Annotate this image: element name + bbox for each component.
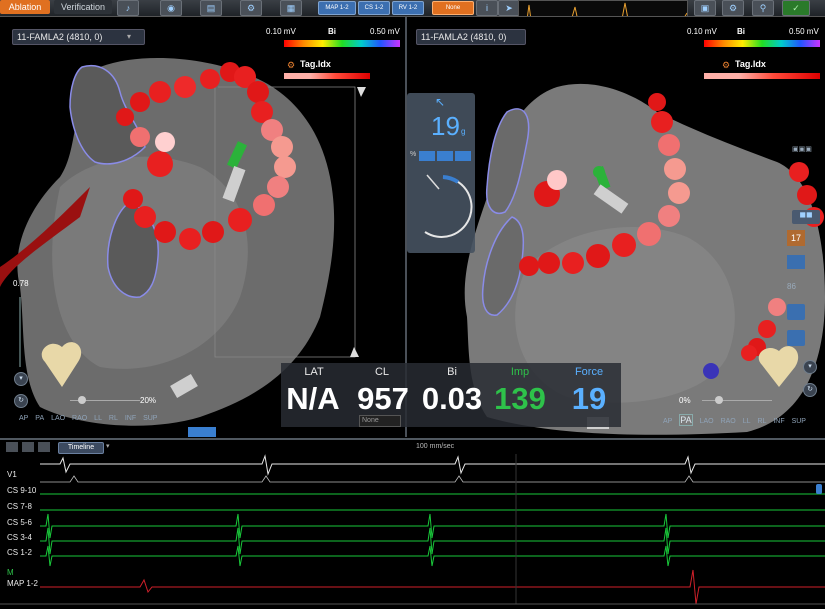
gear-icon[interactable]: ⚙ [722,0,744,16]
side-value-1[interactable]: 17 [787,230,805,246]
cl-label: CL [374,366,390,378]
percent-symbol: % [410,151,417,158]
chevron-down-icon-left[interactable]: ▾ [14,372,28,386]
accept-icon[interactable]: ✓ [782,0,810,16]
sweep-speed: 100 mm/sec [416,443,455,450]
force-segment-3 [455,151,471,161]
channel-button-none[interactable]: None [432,1,474,15]
force-panel-value: 19 [431,111,460,141]
ecg-traces [0,454,825,605]
cl-select[interactable]: None [359,415,401,427]
view-lao-right[interactable]: LAO [700,418,714,425]
catheter-icon[interactable] [787,304,805,320]
ecg-panel: Timeline ▾ 100 mm/sec V1 CS 9-10 CS 7-8 … [0,438,825,609]
signal-preview [518,0,688,16]
timeline-button[interactable]: Timeline [58,442,104,454]
zoom-value-left: 20% [140,396,157,405]
view-rao-right[interactable]: RAO [721,418,736,425]
lat-label: LAT [304,366,324,378]
view-rao[interactable]: RAO [72,415,87,422]
view-rl[interactable]: RL [109,415,118,422]
save-icon[interactable]: ▤ [200,0,222,16]
view-sup[interactable]: SUP [143,415,157,422]
imp-value: 139 [494,381,546,416]
signal-preview-trace [527,2,688,16]
opacity-value-left: 0.78 [13,279,29,288]
force-panel: ↖ 19 g % [407,93,475,253]
force-label: Force [574,366,604,378]
lat-value: N/A [286,381,340,416]
metrics-panel: LAT N/A CL 957 None Bi 0.03 Imp 139 Forc… [281,363,621,427]
view-inf[interactable]: INF [125,415,136,422]
view-lao[interactable]: LAO [51,415,65,422]
imp-label: Imp [510,366,530,378]
view-ll-right[interactable]: LL [743,418,751,425]
zoom-value-right: 0% [679,396,691,405]
top-toolbar: Ablation Verification ♪ ◉ ▤ ⚙ ▦ MAP 1-2 … [0,0,825,17]
orientation-bar-left: AP PA LAO RAO LL RL INF SUP [19,415,162,422]
settings-icon[interactable]: ⚙ [240,0,262,16]
camera-icon[interactable]: ◉ [160,0,182,16]
chevron-down-icon-timeline[interactable]: ▾ [106,442,110,450]
force-segment-2 [437,151,453,161]
view-ll[interactable]: LL [94,415,102,422]
zoom-slider-right[interactable] [702,400,772,401]
rotate-icon-right[interactable]: ↻ [803,383,817,397]
layout-icon[interactable] [38,442,50,452]
force-panel-unit: g [461,127,466,136]
channel-button-rv12[interactable]: RV 1-2 [392,1,424,15]
speaker-icon[interactable]: ♪ [117,0,139,16]
grid-icon[interactable] [6,442,18,452]
cl-value: 957 [357,381,409,416]
monitor-icon[interactable]: ▣ [694,0,716,16]
force-direction-icon: ↖ [435,95,446,109]
pointer-icon[interactable]: ➤ [498,0,520,16]
view-inf-right[interactable]: INF [773,418,784,425]
view-sup-right[interactable]: SUP [792,418,806,425]
ecg-toolbar: Timeline ▾ 100 mm/sec [0,440,825,454]
tab-verification[interactable]: Verification [54,0,112,14]
tag-tool-icon[interactable] [787,330,805,346]
zoom-slider-thumb-left[interactable] [78,396,86,404]
view-rl-right[interactable]: RL [757,418,766,425]
info-icon[interactable]: i [476,0,498,16]
cl-select-value: None [362,417,379,424]
chevron-down-icon-right[interactable]: ▾ [803,360,817,374]
bi-label: Bi [447,366,457,378]
chart-icon[interactable] [787,255,805,269]
view-ap[interactable]: AP [19,415,28,422]
layer-icons-top[interactable]: ▣▣▣ [792,145,822,157]
probe-icon[interactable]: ⚲ [752,0,774,16]
view-ap-right[interactable]: AP [663,418,672,425]
force-segment-1 [419,151,435,161]
zoom-slider-thumb-right[interactable] [715,396,723,404]
ecg-scrollbar-thumb[interactable] [816,484,822,494]
timeline-label: Timeline [67,444,95,451]
view-pa[interactable]: PA [35,415,44,422]
side-value-2: 86 [787,282,796,291]
force-angle-gauge [424,174,473,238]
tab-ablation[interactable]: Ablation [0,0,50,14]
channel-button-cs12[interactable]: CS 1-2 [358,1,390,15]
print-icon[interactable]: ▦ [280,0,302,16]
force-value: 19 [571,381,607,416]
channel-button-map12[interactable]: MAP 1-2 [318,1,356,15]
orientation-bar-right: AP PA LAO RAO LL RL INF SUP [663,414,811,426]
view-pa-right[interactable]: PA [679,414,693,426]
filter-icon[interactable] [22,442,34,452]
rotate-icon-left[interactable]: ↻ [14,394,28,408]
shield-icon[interactable]: ◼◼ [792,210,820,224]
